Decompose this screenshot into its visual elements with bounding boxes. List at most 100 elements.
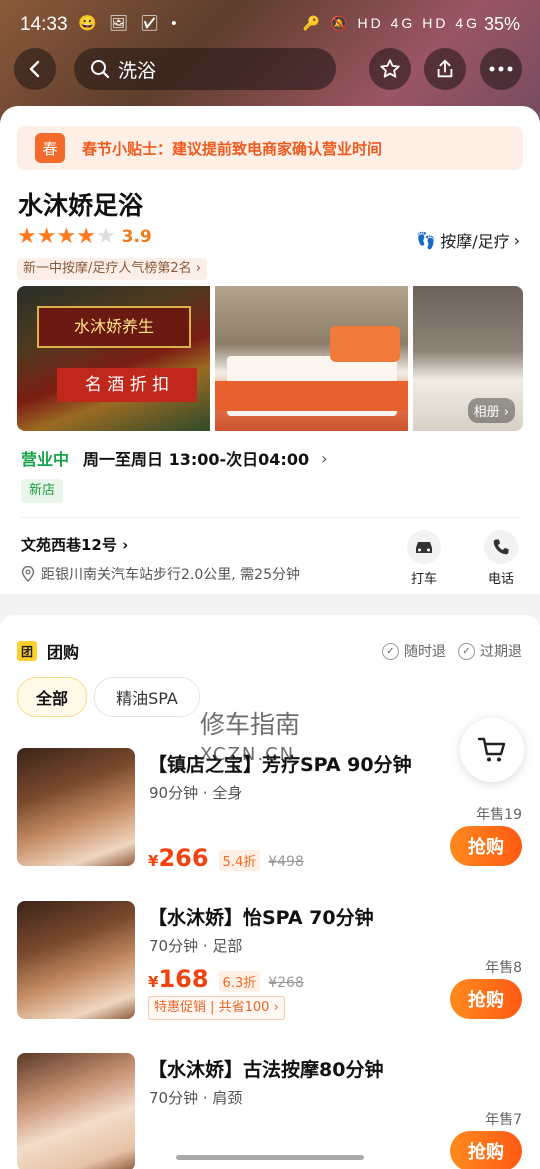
buy-button[interactable]: 抢购 bbox=[450, 1131, 522, 1169]
deal-meta: 70分钟 · 足部 bbox=[149, 937, 243, 955]
deal-thumbnail bbox=[17, 901, 135, 1019]
group-buy-section: 团 团购 ✓ 随时退 ✓ 过期退 全部 精油SPA 【镇店之宝】芳疗SPA 90… bbox=[0, 615, 540, 1169]
car-icon bbox=[407, 530, 441, 564]
room-photo[interactable] bbox=[215, 286, 408, 431]
tab-all[interactable]: 全部 bbox=[17, 677, 87, 717]
watermark: 修车指南 XCZN.CN bbox=[200, 710, 300, 770]
room-photo-2[interactable]: 相册 › bbox=[413, 286, 523, 431]
deal-price: ¥ 266 5.4折 ¥498 bbox=[148, 844, 304, 872]
album-button[interactable]: 相册 › bbox=[467, 398, 515, 423]
search-bar[interactable]: 洗浴 bbox=[74, 48, 336, 90]
price-amount: 168 bbox=[158, 965, 209, 993]
shop-name: 水沐娇足浴 bbox=[18, 191, 144, 220]
deal-sold-count: 年售19 bbox=[476, 807, 522, 823]
more-dots-icon bbox=[489, 66, 513, 72]
watermark-en: XCZN.CN bbox=[200, 744, 296, 765]
section-title: 团购 bbox=[47, 643, 80, 662]
original-price: ¥268 bbox=[268, 975, 304, 991]
location-pin-icon bbox=[21, 566, 35, 582]
distance-text: 距银川南关汽车站步行2.0公里, 需25分钟 bbox=[41, 567, 300, 583]
star-icon: ★ bbox=[36, 224, 57, 249]
deal-sold-count: 年售8 bbox=[485, 960, 522, 976]
open-status: 营业中 bbox=[21, 450, 70, 469]
category-label: 按摩/足疗 bbox=[440, 232, 510, 251]
status-time: 14:33 bbox=[20, 14, 68, 35]
star-icon: ★ bbox=[76, 224, 96, 249]
watermark-cn: 修车指南 bbox=[200, 710, 301, 739]
section-header: 团 团购 bbox=[17, 639, 79, 663]
divider bbox=[21, 517, 519, 518]
taxi-button[interactable]: 打车 bbox=[394, 530, 454, 587]
discount-badge: 6.3折 bbox=[218, 971, 261, 992]
price-currency: ¥ bbox=[148, 852, 159, 870]
share-button[interactable] bbox=[424, 48, 466, 90]
buy-button[interactable]: 抢购 bbox=[450, 979, 522, 1019]
back-button[interactable] bbox=[14, 48, 56, 90]
business-hours[interactable]: 营业中 周一至周日 13:00-次日04:00 › bbox=[21, 446, 328, 470]
bed-stripe bbox=[215, 381, 408, 411]
category-link[interactable]: 👣 按摩/足疗 › bbox=[416, 228, 520, 252]
search-query: 洗浴 bbox=[118, 59, 157, 82]
storefront-photo[interactable]: 水沐娇养生 名 酒 折 扣 bbox=[17, 286, 210, 431]
chevron-right-icon: › bbox=[122, 536, 129, 554]
promo-tag[interactable]: 特惠促销 | 共省100 › bbox=[148, 996, 285, 1020]
star-icon: ★ bbox=[17, 224, 37, 249]
holiday-tip-banner: 春 春节小贴士：建议提前致电商家确认营业时间 bbox=[17, 126, 523, 170]
refund-expired-text: 过期退 bbox=[480, 644, 522, 660]
tab-oil-spa[interactable]: 精油SPA bbox=[94, 677, 200, 717]
album-label: 相册 bbox=[473, 405, 500, 420]
share-icon bbox=[437, 59, 453, 78]
storefront-sign-lower: 名 酒 折 扣 bbox=[57, 368, 197, 402]
pillow-shape bbox=[330, 326, 400, 362]
star-empty-icon: ★ bbox=[95, 224, 116, 249]
price-currency: ¥ bbox=[148, 973, 159, 991]
deal-thumbnail bbox=[17, 748, 135, 866]
star-outline-icon bbox=[380, 59, 400, 78]
cart-button[interactable] bbox=[460, 718, 524, 782]
shop-info-card: 春 春节小贴士：建议提前致电商家确认营业时间 水沐娇足浴 ★ ★ ★ ★ ★ 3… bbox=[0, 106, 540, 594]
status-bar: 14:33 😀 🖼 ☑ • 🔑 🔕 HD 4G HD 4G 35% bbox=[0, 0, 540, 50]
ranking-badge[interactable]: 新一中按摩/足疗人气榜第2名 › bbox=[17, 258, 207, 280]
holiday-tip-text: 春节小贴士：建议提前致电商家确认营业时间 bbox=[82, 139, 383, 158]
call-button[interactable]: 电话 bbox=[471, 530, 531, 587]
deal-thumbnail bbox=[17, 1053, 135, 1169]
deal-sold-count: 年售7 bbox=[485, 1112, 522, 1128]
phone-icon bbox=[484, 530, 518, 564]
favorite-button[interactable] bbox=[369, 48, 411, 90]
battery-level: 35% bbox=[483, 14, 520, 34]
distance-info: 距银川南关汽车站步行2.0公里, 需25分钟 bbox=[21, 564, 300, 584]
original-price: ¥498 bbox=[268, 854, 304, 870]
star-icon: ★ bbox=[56, 224, 77, 249]
chevron-right-icon: › bbox=[195, 261, 201, 276]
address-link[interactable]: 文苑西巷12号 › bbox=[21, 534, 128, 555]
home-indicator[interactable] bbox=[176, 1155, 364, 1160]
rating-score: 3.9 bbox=[121, 227, 152, 247]
more-button[interactable] bbox=[480, 48, 522, 90]
chevron-right-icon: › bbox=[513, 230, 520, 250]
price-amount: 266 bbox=[158, 844, 209, 872]
status-notification-icons: 😀 🖼 ☑ • bbox=[78, 15, 181, 32]
new-shop-tag: 新店 bbox=[21, 479, 64, 503]
foot-icon: 👣 bbox=[416, 230, 437, 250]
refund-expired-badge: ✓ 过期退 bbox=[458, 641, 522, 661]
discount-badge: 5.4折 bbox=[218, 850, 261, 871]
storefront-sign: 水沐娇养生 bbox=[37, 306, 191, 348]
call-label: 电话 bbox=[487, 572, 514, 587]
chevron-left-icon bbox=[29, 60, 40, 78]
deal-item[interactable]: 【水沐娇】古法按摩80分钟 70分钟 · 肩颈 年售7 抢购 bbox=[0, 1053, 540, 1169]
rating-stars: ★ ★ ★ ★ ★ 3.9 bbox=[17, 226, 152, 248]
photo-gallery[interactable]: 水沐娇养生 名 酒 折 扣 相册 › bbox=[17, 286, 523, 431]
group-buy-icon: 团 bbox=[17, 641, 37, 661]
address-text: 文苑西巷12号 bbox=[21, 536, 117, 554]
check-circle-icon: ✓ bbox=[382, 642, 399, 660]
cart-icon bbox=[477, 737, 506, 762]
spring-festival-icon: 春 bbox=[35, 133, 65, 163]
deal-meta: 90分钟 · 全身 bbox=[149, 784, 243, 802]
chevron-right-icon: › bbox=[321, 448, 328, 468]
search-icon bbox=[91, 60, 110, 79]
deal-price: ¥ 168 6.3折 ¥268 bbox=[148, 965, 304, 993]
taxi-label: 打车 bbox=[410, 572, 437, 587]
deal-item[interactable]: 【水沐娇】怡SPA 70分钟 70分钟 · 足部 年售8 ¥ 168 6.3折 … bbox=[0, 901, 540, 1031]
buy-button[interactable]: 抢购 bbox=[450, 826, 522, 866]
deal-name: 【水沐娇】古法按摩80分钟 bbox=[148, 1059, 384, 1081]
